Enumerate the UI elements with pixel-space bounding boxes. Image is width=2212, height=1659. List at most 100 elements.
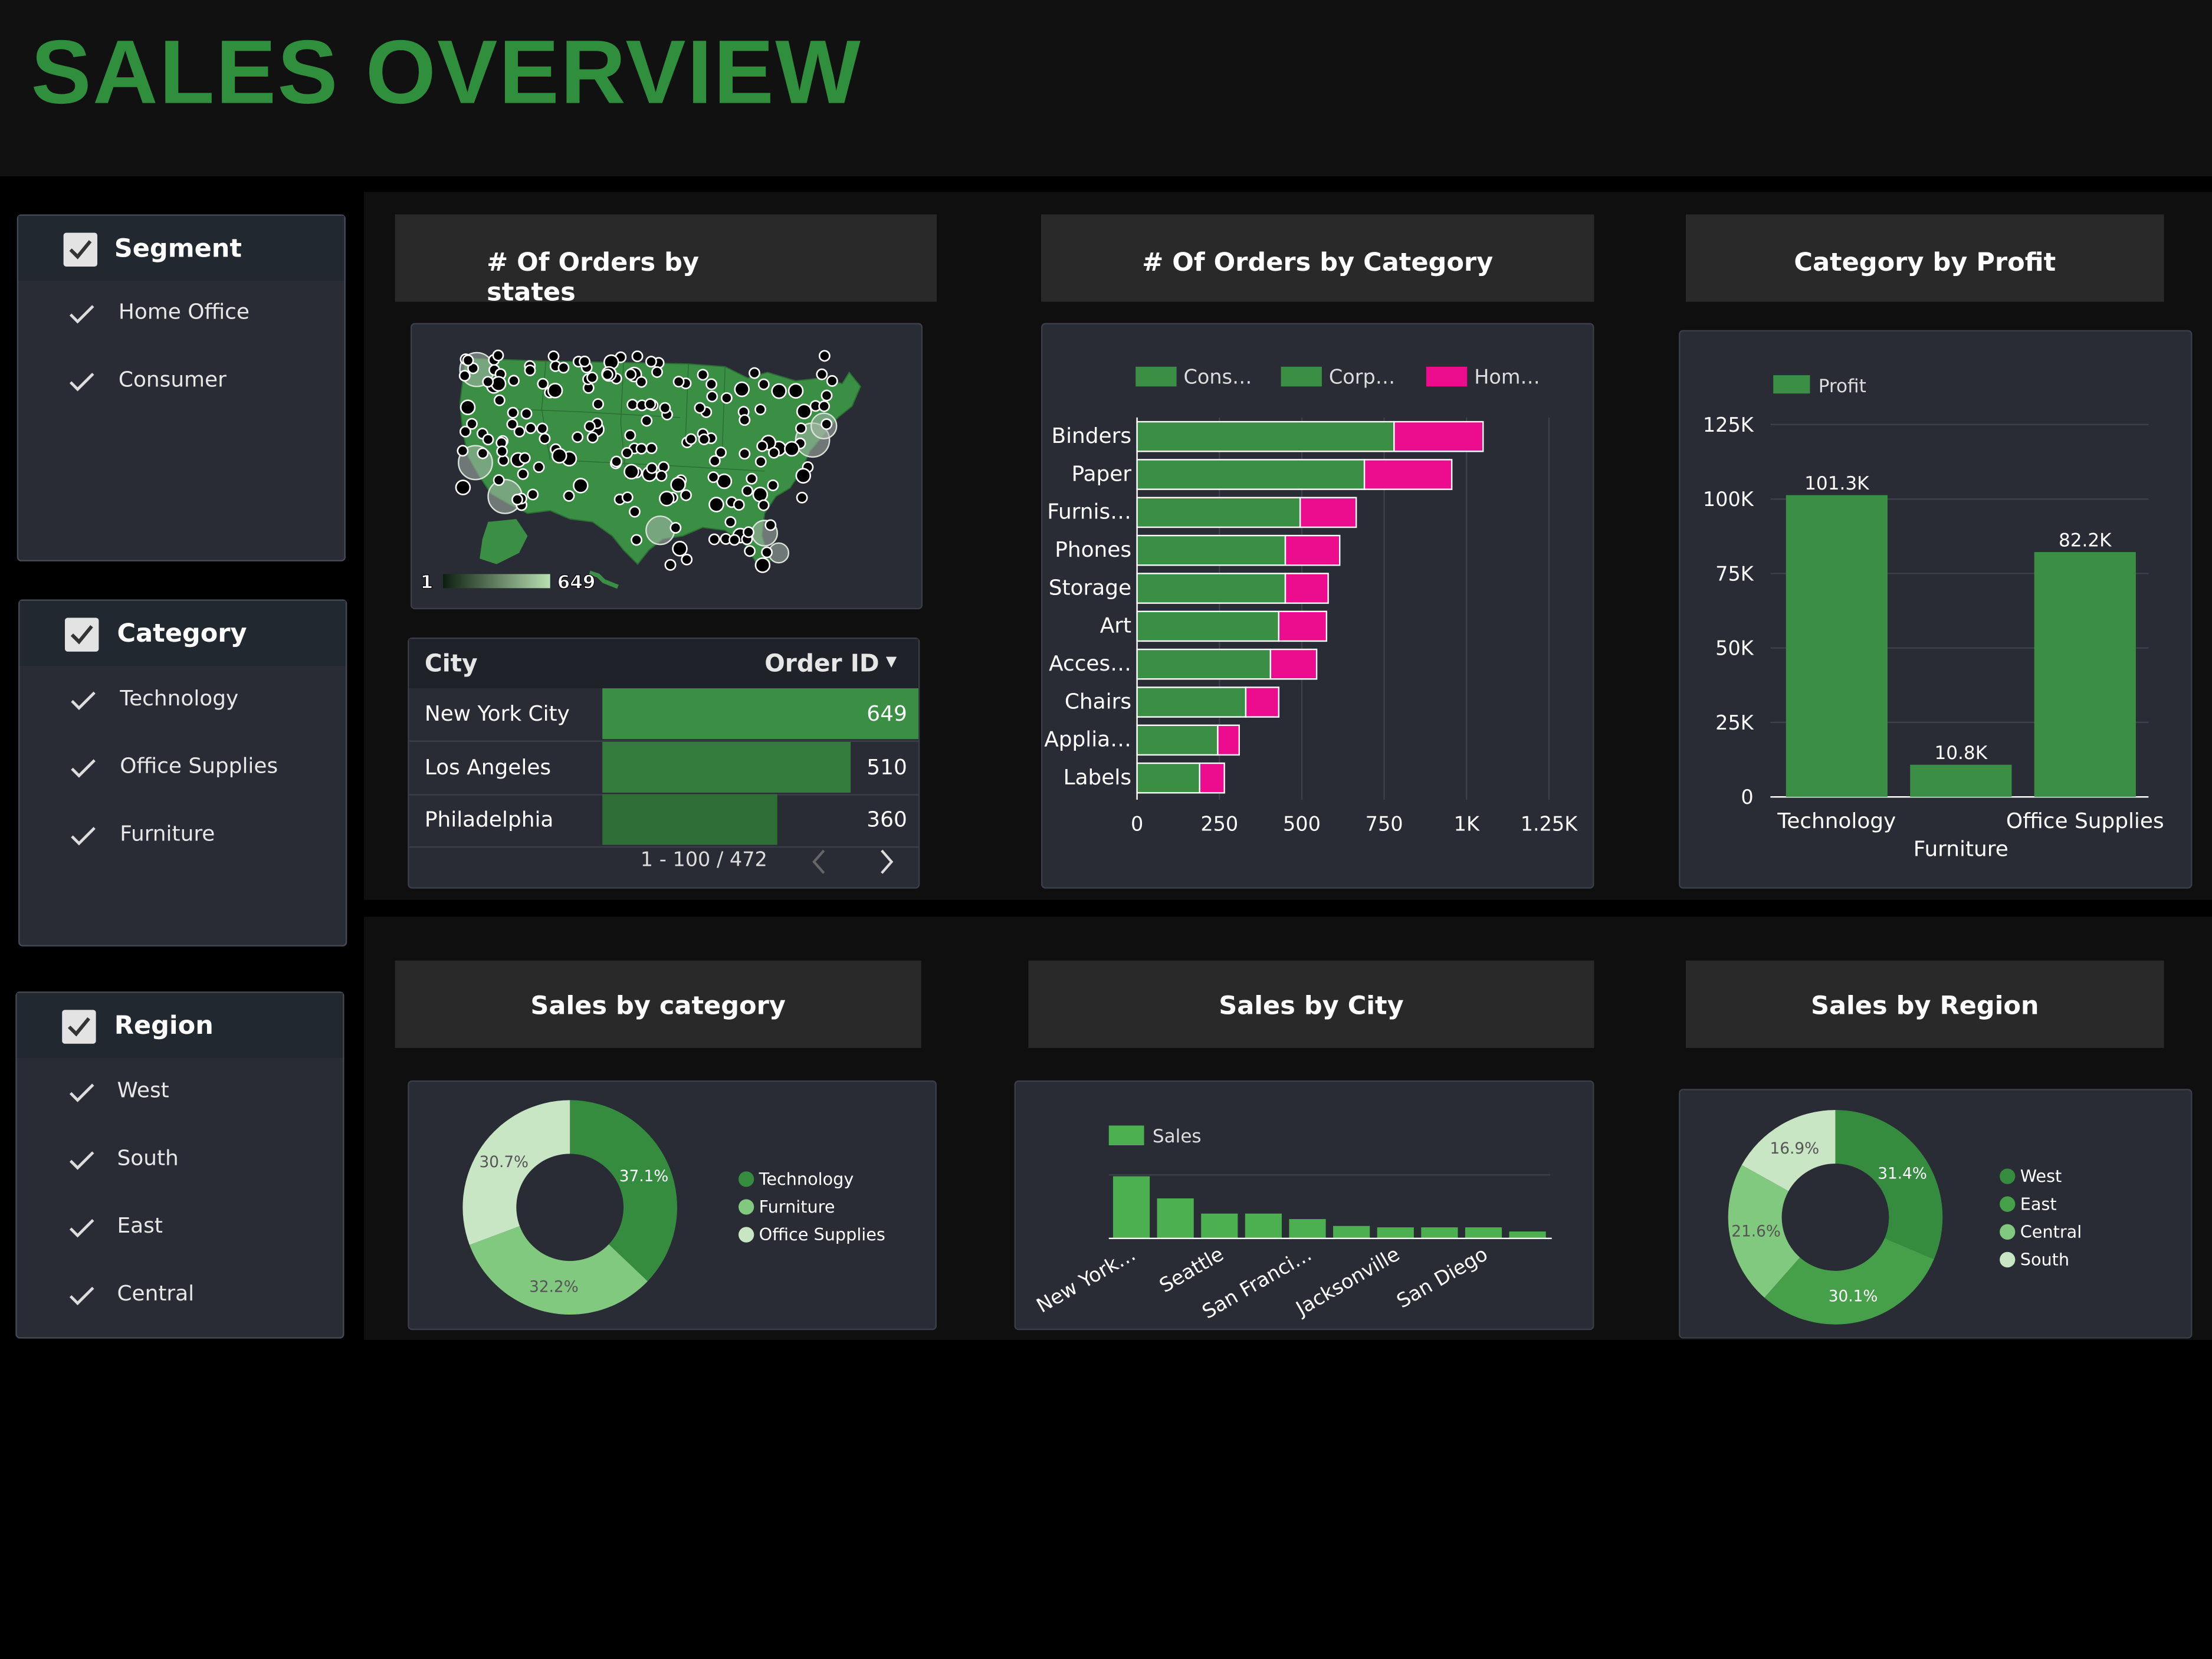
- map-bubble[interactable]: [816, 368, 828, 380]
- map-bubble[interactable]: [563, 490, 575, 502]
- city-sales-bar[interactable]: [1509, 1231, 1546, 1238]
- sales-by-category-svg[interactable]: 37.1% 32.2% 30.7% Technology Furniture Office…: [409, 1082, 938, 1331]
- bar-segment[interactable]: [1245, 686, 1280, 718]
- map-bubble[interactable]: [741, 485, 753, 497]
- map-bubble[interactable]: [708, 497, 724, 513]
- map-bubble[interactable]: [492, 349, 504, 362]
- bar-segment[interactable]: [1136, 421, 1395, 452]
- next-page-icon[interactable]: [876, 847, 895, 876]
- map-bubble[interactable]: [583, 421, 596, 432]
- map-bubble[interactable]: [507, 406, 519, 419]
- map-bubble[interactable]: [496, 445, 508, 458]
- map-bubble[interactable]: [493, 474, 505, 487]
- bar-segment[interactable]: [1136, 648, 1272, 680]
- map-bubble[interactable]: [645, 356, 657, 368]
- city-sales-bar[interactable]: [1465, 1227, 1502, 1238]
- map-bubble[interactable]: [733, 499, 745, 511]
- map-bubble[interactable]: [624, 429, 636, 441]
- bar-segment[interactable]: [1136, 610, 1280, 642]
- map-bubble[interactable]: [537, 377, 549, 390]
- map-bubble[interactable]: [517, 468, 529, 480]
- map-bubble[interactable]: [477, 447, 489, 459]
- map-bubble[interactable]: [462, 354, 474, 366]
- map-bubble[interactable]: [681, 553, 693, 566]
- sort-desc-icon[interactable]: ▼: [886, 655, 897, 670]
- map-bubble[interactable]: [547, 382, 563, 399]
- map-bubble[interactable]: [513, 425, 526, 438]
- city-sales-bar[interactable]: [1201, 1213, 1238, 1238]
- bar-segment[interactable]: [1136, 573, 1286, 604]
- segment-filter-header[interactable]: Segment: [18, 215, 344, 281]
- map-bubble[interactable]: [743, 526, 754, 538]
- map-bubble[interactable]: [764, 519, 777, 531]
- map-bubble[interactable]: [768, 446, 780, 459]
- map-bubble[interactable]: [749, 367, 760, 379]
- category-select-all-checkbox[interactable]: [65, 617, 99, 652]
- map-bubble[interactable]: [659, 402, 671, 414]
- region-select-all-checkbox[interactable]: [62, 1010, 96, 1044]
- map-bubble[interactable]: [601, 369, 613, 381]
- category-filter-header[interactable]: Category: [19, 600, 346, 666]
- map-bubble[interactable]: [658, 491, 675, 507]
- map-bubble[interactable]: [715, 446, 727, 459]
- map-bubble[interactable]: [460, 425, 471, 438]
- bar-segment[interactable]: [1284, 573, 1329, 604]
- category-option-office-supplies[interactable]: Office Supplies: [71, 753, 278, 784]
- column-header-order-id[interactable]: Order ID: [764, 651, 879, 679]
- map-bubble[interactable]: [508, 374, 520, 387]
- sales-by-category-chart[interactable]: 37.1% 32.2% 30.7% Technology Furniture Office…: [408, 1080, 938, 1331]
- map-bubble[interactable]: [818, 350, 831, 362]
- category-filter[interactable]: Category Technology Office Supplies Furn…: [18, 599, 347, 947]
- map-bubble[interactable]: [739, 414, 751, 426]
- map-bubble[interactable]: [754, 403, 766, 416]
- map-bubble[interactable]: [651, 366, 663, 378]
- map-bubble[interactable]: [490, 376, 507, 392]
- map-bubble[interactable]: [708, 533, 720, 546]
- map-bubble[interactable]: [524, 364, 536, 376]
- table-row[interactable]: Los Angeles 510: [409, 741, 918, 795]
- bar-segment[interactable]: [1136, 762, 1200, 794]
- map-bubble[interactable]: [573, 478, 589, 494]
- map-bubble[interactable]: [625, 368, 637, 380]
- map-bubble[interactable]: [680, 489, 692, 501]
- map-bubble[interactable]: [536, 422, 549, 435]
- donut-slice[interactable]: [570, 1100, 677, 1282]
- map-bubble[interactable]: [621, 491, 634, 504]
- map-bubble[interactable]: [685, 433, 697, 445]
- city-sales-bar[interactable]: [1377, 1227, 1414, 1238]
- orders-map[interactable]: 1 649: [410, 323, 923, 610]
- donut-slice[interactable]: [462, 1100, 570, 1245]
- map-bubble[interactable]: [672, 376, 685, 388]
- category-option-technology[interactable]: Technology: [71, 685, 238, 716]
- map-bubble[interactable]: [482, 376, 494, 388]
- map-bubble[interactable]: [664, 559, 677, 571]
- map-bubble[interactable]: [527, 488, 539, 501]
- bar-segment[interactable]: [1217, 724, 1240, 756]
- category-by-profit-chart[interactable]: Profit 0 25K 50K 75K 100K 125K 101.3K Technology…: [1678, 330, 2194, 890]
- bar-segment[interactable]: [1136, 686, 1247, 718]
- prev-page-icon[interactable]: [810, 847, 829, 876]
- city-sales-bar[interactable]: [1421, 1227, 1458, 1238]
- map-bubble[interactable]: [547, 350, 560, 363]
- map-bubble[interactable]: [694, 402, 706, 414]
- region-option-east[interactable]: East: [69, 1213, 163, 1244]
- map-bubble[interactable]: [626, 399, 639, 411]
- map-bubble[interactable]: [579, 356, 590, 367]
- map-bubble[interactable]: [460, 399, 476, 415]
- profit-bar[interactable]: [2034, 552, 2136, 797]
- table-row[interactable]: Philadelphia 360: [409, 794, 918, 848]
- bar-segment[interactable]: [1284, 534, 1341, 566]
- map-bubble[interactable]: [716, 473, 733, 490]
- map-bubble[interactable]: [629, 505, 641, 518]
- sales-by-city-svg[interactable]: SalesNew York… SeattleSan Franci…Jacksonv…: [1016, 1082, 1596, 1331]
- region-filter-header[interactable]: Region: [17, 993, 343, 1058]
- region-option-west[interactable]: West: [69, 1077, 169, 1108]
- map-bubble[interactable]: [796, 491, 808, 504]
- map-bubble[interactable]: [646, 462, 658, 474]
- map-bubble[interactable]: [493, 394, 506, 406]
- category-by-profit-svg[interactable]: Profit 0 25K 50K 75K 100K 125K 101.3K Technology…: [1680, 331, 2194, 890]
- map-bubble[interactable]: [631, 350, 644, 363]
- map-bubble-large[interactable]: [645, 515, 675, 546]
- bar-segment[interactable]: [1136, 534, 1286, 566]
- map-bubble[interactable]: [705, 378, 717, 390]
